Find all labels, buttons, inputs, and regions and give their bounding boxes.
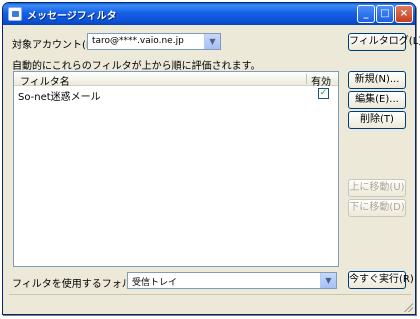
edit-button[interactable]: 編集(E)... bbox=[348, 91, 406, 109]
run-now-button[interactable]: 今すぐ実行(R) bbox=[348, 271, 414, 289]
list-item[interactable]: So-net迷惑メール ✓ bbox=[14, 87, 338, 103]
title-bar: メッセージフィルタ _ □ × bbox=[3, 3, 415, 25]
folder-select[interactable]: 受信トレイ ▼ bbox=[127, 272, 337, 289]
filter-list[interactable]: フィルタ名 有効 So-net迷惑メール ✓ bbox=[13, 71, 339, 267]
delete-button[interactable]: 削除(T) bbox=[348, 111, 406, 129]
divider bbox=[9, 294, 411, 295]
checkbox-checked-icon[interactable]: ✓ bbox=[318, 88, 329, 99]
message-filter-dialog: メッセージフィルタ _ □ × 対象アカウント(E): taro@****.va… bbox=[2, 2, 420, 315]
new-button[interactable]: 新規(N)... bbox=[348, 71, 406, 89]
chevron-down-icon[interactable]: ▼ bbox=[320, 273, 336, 288]
resize-grip-icon[interactable] bbox=[403, 302, 413, 312]
minimize-button[interactable]: _ bbox=[357, 5, 375, 23]
close-button[interactable]: × bbox=[395, 5, 413, 23]
message-filter-icon bbox=[8, 7, 22, 21]
column-enabled[interactable]: 有効 bbox=[311, 73, 331, 88]
filter-name: So-net迷惑メール bbox=[18, 92, 101, 103]
move-down-button[interactable]: 下に移動(D) bbox=[348, 199, 406, 217]
chevron-down-icon[interactable]: ▼ bbox=[204, 34, 220, 49]
filter-log-button[interactable]: フィルタログ(L) bbox=[348, 33, 420, 51]
description-text: 自動的にこれらのフィルタが上から順に評価されます。 bbox=[12, 61, 261, 72]
move-up-button[interactable]: 上に移動(U) bbox=[348, 179, 406, 197]
maximize-button[interactable]: □ bbox=[376, 5, 394, 23]
account-select[interactable]: taro@****.vaio.ne.jp ▼ bbox=[87, 33, 221, 50]
window-title: メッセージフィルタ bbox=[27, 11, 117, 22]
list-header: フィルタ名 有効 bbox=[14, 72, 338, 88]
account-value: taro@****.vaio.ne.jp bbox=[92, 36, 184, 46]
column-filter-name[interactable]: フィルタ名 bbox=[20, 73, 70, 88]
folder-value: 受信トレイ bbox=[132, 278, 178, 288]
column-separator[interactable] bbox=[306, 74, 307, 84]
